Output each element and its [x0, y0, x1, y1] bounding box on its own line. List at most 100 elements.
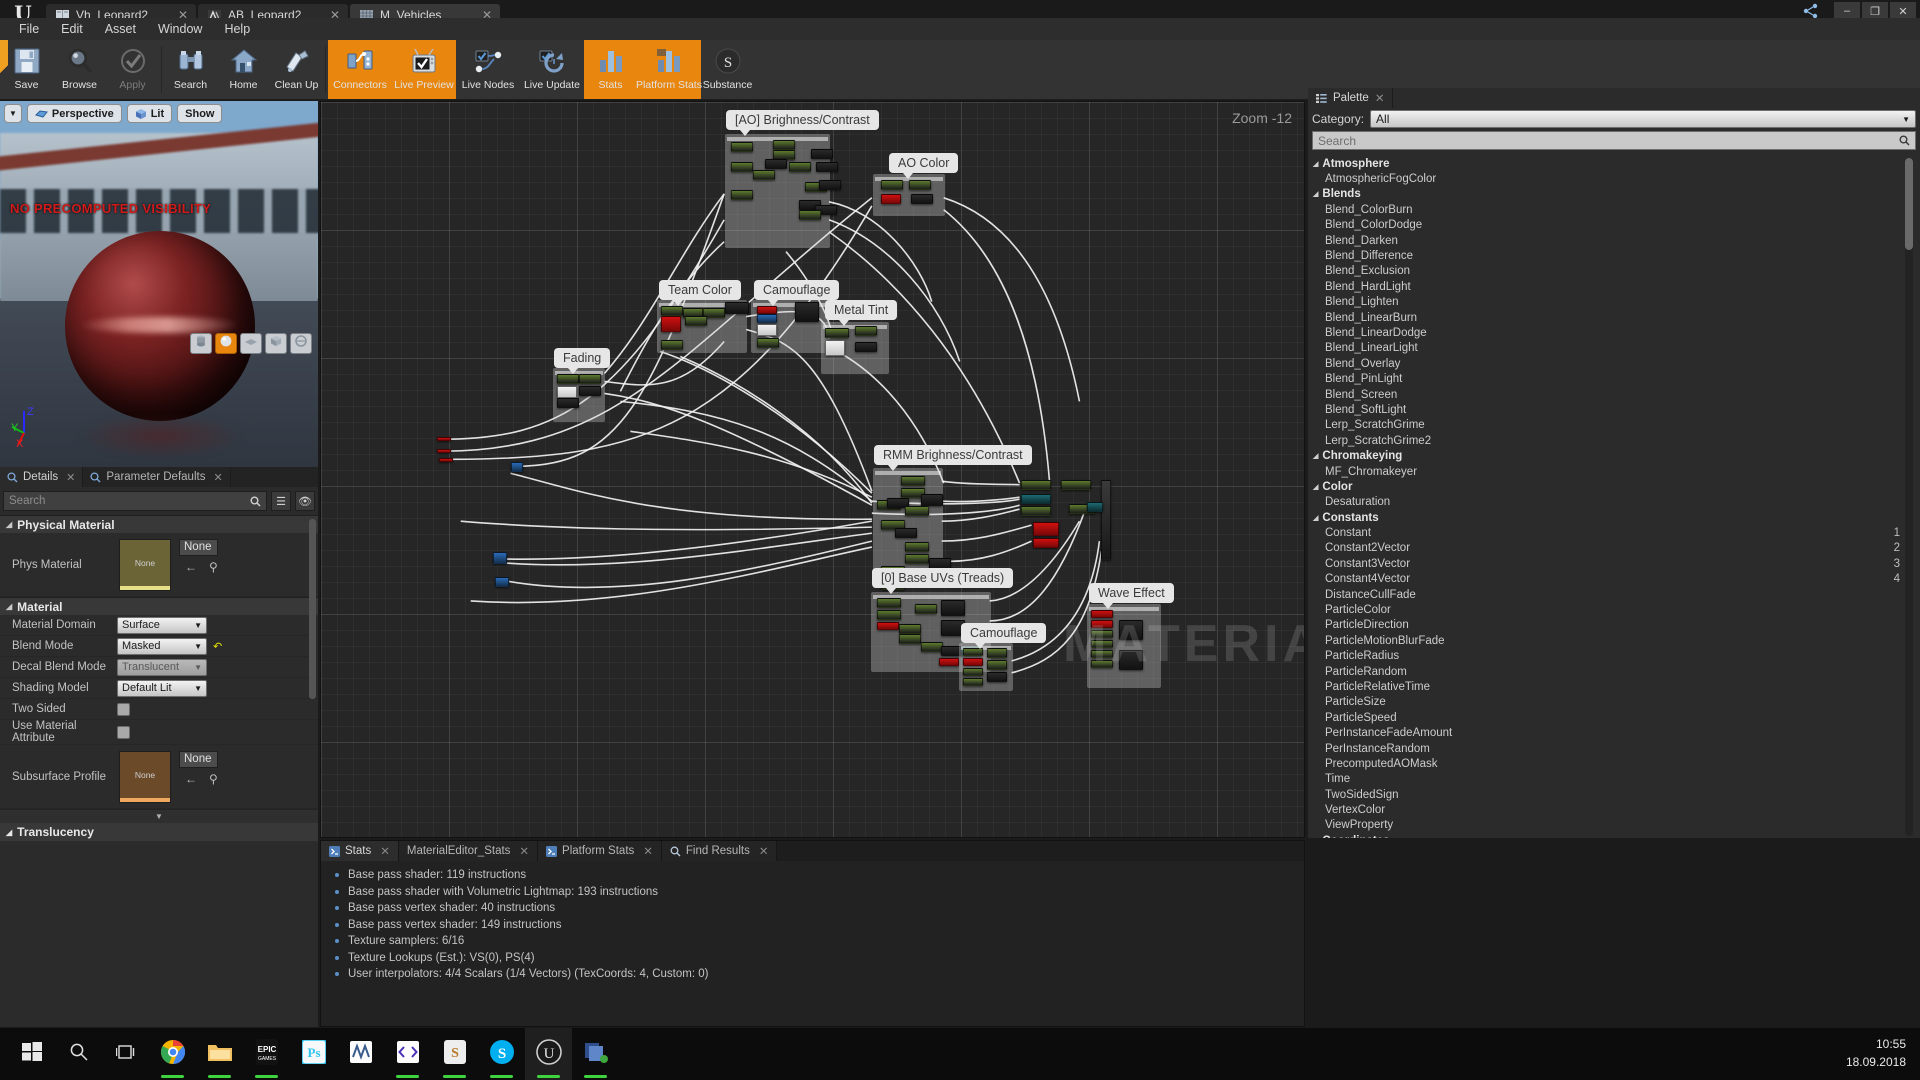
- show-menu-button[interactable]: Show: [177, 104, 223, 123]
- tab-materialeditor-stats[interactable]: MaterialEditor_Stats ✕: [398, 841, 539, 861]
- two-sided-checkbox[interactable]: [117, 702, 130, 716]
- preview-shape-custom-mesh[interactable]: [290, 333, 312, 354]
- toolbar-home-button[interactable]: Home: [217, 40, 270, 99]
- menu-item-window[interactable]: Window: [147, 19, 213, 39]
- material-node[interactable]: [495, 577, 509, 587]
- material-node[interactable]: [511, 462, 523, 472]
- palette-category-coordinates[interactable]: ◢ Coordinates: [1308, 833, 1920, 838]
- material-node[interactable]: [1087, 502, 1103, 512]
- material-node[interactable]: [1091, 650, 1113, 658]
- palette-item[interactable]: ParticleSpeed: [1308, 710, 1920, 725]
- taskbar-search-button[interactable]: [55, 1028, 102, 1080]
- material-node[interactable]: [899, 624, 921, 634]
- material-node[interactable]: [1021, 506, 1051, 516]
- taskbar-substance[interactable]: S: [431, 1028, 478, 1080]
- tab-details[interactable]: Details ✕: [0, 467, 84, 487]
- material-node[interactable]: [1091, 620, 1113, 628]
- material-node[interactable]: [881, 180, 903, 190]
- section-material[interactable]: ◢ Material: [0, 597, 318, 615]
- graph-comment[interactable]: AO Color: [889, 153, 959, 179]
- material-node[interactable]: [877, 610, 901, 620]
- menu-item-help[interactable]: Help: [213, 19, 261, 39]
- view-mode-button[interactable]: Perspective: [26, 104, 122, 123]
- material-node[interactable]: [757, 338, 779, 348]
- material-node[interactable]: [725, 302, 749, 314]
- palette-item[interactable]: Blend_Overlay: [1308, 356, 1920, 371]
- palette-item[interactable]: TwoSidedSign: [1308, 787, 1920, 802]
- material-node[interactable]: [661, 306, 683, 316]
- palette-item[interactable]: ParticleColor: [1308, 602, 1920, 617]
- lighting-mode-button[interactable]: Lit: [126, 104, 173, 123]
- taskbar-unreal-engine[interactable]: U: [525, 1028, 572, 1080]
- menu-item-edit[interactable]: Edit: [50, 19, 94, 39]
- palette-category-color[interactable]: ◢ Color: [1308, 479, 1920, 494]
- material-node[interactable]: [557, 398, 579, 408]
- palette-category-blends[interactable]: ◢ Blends: [1308, 187, 1920, 202]
- material-node[interactable]: [987, 660, 1007, 670]
- close-icon[interactable]: ✕: [66, 471, 75, 484]
- preview-shape-cube[interactable]: [265, 333, 287, 354]
- toolbar-connectors-button[interactable]: Connectors: [328, 40, 392, 99]
- material-node[interactable]: [1033, 522, 1059, 536]
- material-node[interactable]: [773, 140, 795, 150]
- toolbar-live-preview-button[interactable]: Live Preview: [392, 40, 456, 99]
- material-node[interactable]: [877, 598, 901, 608]
- graph-comment[interactable]: [0] Base UVs (Treads): [872, 568, 1014, 594]
- material-node[interactable]: [855, 326, 877, 336]
- material-node[interactable]: [1091, 640, 1113, 648]
- details-view-options-button[interactable]: ☰: [271, 491, 291, 511]
- palette-category-atmosphere[interactable]: ◢ Atmosphere: [1308, 156, 1920, 171]
- tab-parameter-defaults[interactable]: Parameter Defaults ✕: [83, 467, 231, 487]
- palette-item[interactable]: Blend_Lighten: [1308, 295, 1920, 310]
- palette-scroll-track[interactable]: [1905, 158, 1913, 836]
- material-domain-select[interactable]: Surface ▼: [117, 616, 207, 634]
- palette-item[interactable]: Blend_Darken: [1308, 233, 1920, 248]
- palette-item[interactable]: Time: [1308, 772, 1920, 787]
- palette-item[interactable]: ParticleRelativeTime: [1308, 679, 1920, 694]
- taskbar-chrome[interactable]: [149, 1028, 196, 1080]
- palette-item[interactable]: Blend_LinearDodge: [1308, 325, 1920, 340]
- browse-icon[interactable]: ⚲: [209, 772, 218, 786]
- material-node[interactable]: [799, 210, 821, 220]
- material-node[interactable]: [1091, 660, 1113, 668]
- material-node[interactable]: [1119, 620, 1143, 640]
- palette-category-constants[interactable]: ◢ Constants: [1308, 510, 1920, 525]
- viewport-options-button[interactable]: ▼: [4, 104, 22, 123]
- taskbar-wordpad[interactable]: [337, 1028, 384, 1080]
- revert-icon[interactable]: ↶: [213, 640, 222, 653]
- material-node[interactable]: [905, 506, 929, 516]
- palette-scrollbar-thumb[interactable]: [1905, 158, 1913, 250]
- material-node[interactable]: [795, 302, 819, 322]
- palette-item[interactable]: Lerp_ScratchGrime2: [1308, 433, 1920, 448]
- taskbar-file-explorer[interactable]: [196, 1028, 243, 1080]
- palette-item[interactable]: ParticleMotionBlurFade: [1308, 633, 1920, 648]
- material-node[interactable]: [905, 542, 929, 552]
- details-expand-handle[interactable]: ▼: [0, 809, 318, 823]
- material-node[interactable]: [911, 194, 933, 204]
- asset-value[interactable]: None: [179, 538, 218, 556]
- share-icon[interactable]: [1802, 3, 1820, 19]
- material-node[interactable]: [757, 324, 777, 336]
- material-node[interactable]: [881, 194, 901, 204]
- use-selected-icon[interactable]: ←: [185, 772, 197, 786]
- toolbar-live-nodes-button[interactable]: Live Nodes: [456, 40, 520, 99]
- material-node[interactable]: [731, 142, 753, 152]
- material-node[interactable]: [987, 672, 1007, 682]
- graph-comment[interactable]: [AO] Brighness/Contrast: [726, 110, 879, 136]
- toolbar-clean-up-button[interactable]: Clean Up: [270, 40, 323, 99]
- palette-item[interactable]: Blend_LinearBurn: [1308, 310, 1920, 325]
- material-node[interactable]: [753, 170, 775, 180]
- details-scrollbar[interactable]: [309, 519, 316, 699]
- graph-comment[interactable]: Fading: [554, 348, 611, 374]
- menu-item-file[interactable]: File: [8, 19, 50, 39]
- palette-item[interactable]: Constant3Vector 3: [1308, 556, 1920, 571]
- palette-item[interactable]: Constant2Vector 2: [1308, 541, 1920, 556]
- material-node[interactable]: [855, 342, 877, 352]
- material-preview-viewport[interactable]: NO PRECOMPUTED VISIBILITY ▼ Perspective …: [0, 101, 318, 467]
- palette-category-select[interactable]: All ▼: [1370, 110, 1916, 128]
- material-node[interactable]: [765, 159, 787, 169]
- close-icon[interactable]: ✕: [643, 844, 653, 858]
- palette-search-input[interactable]: Search: [1312, 131, 1916, 150]
- toolbar-search-button[interactable]: Search: [164, 40, 217, 99]
- material-node[interactable]: [579, 374, 601, 384]
